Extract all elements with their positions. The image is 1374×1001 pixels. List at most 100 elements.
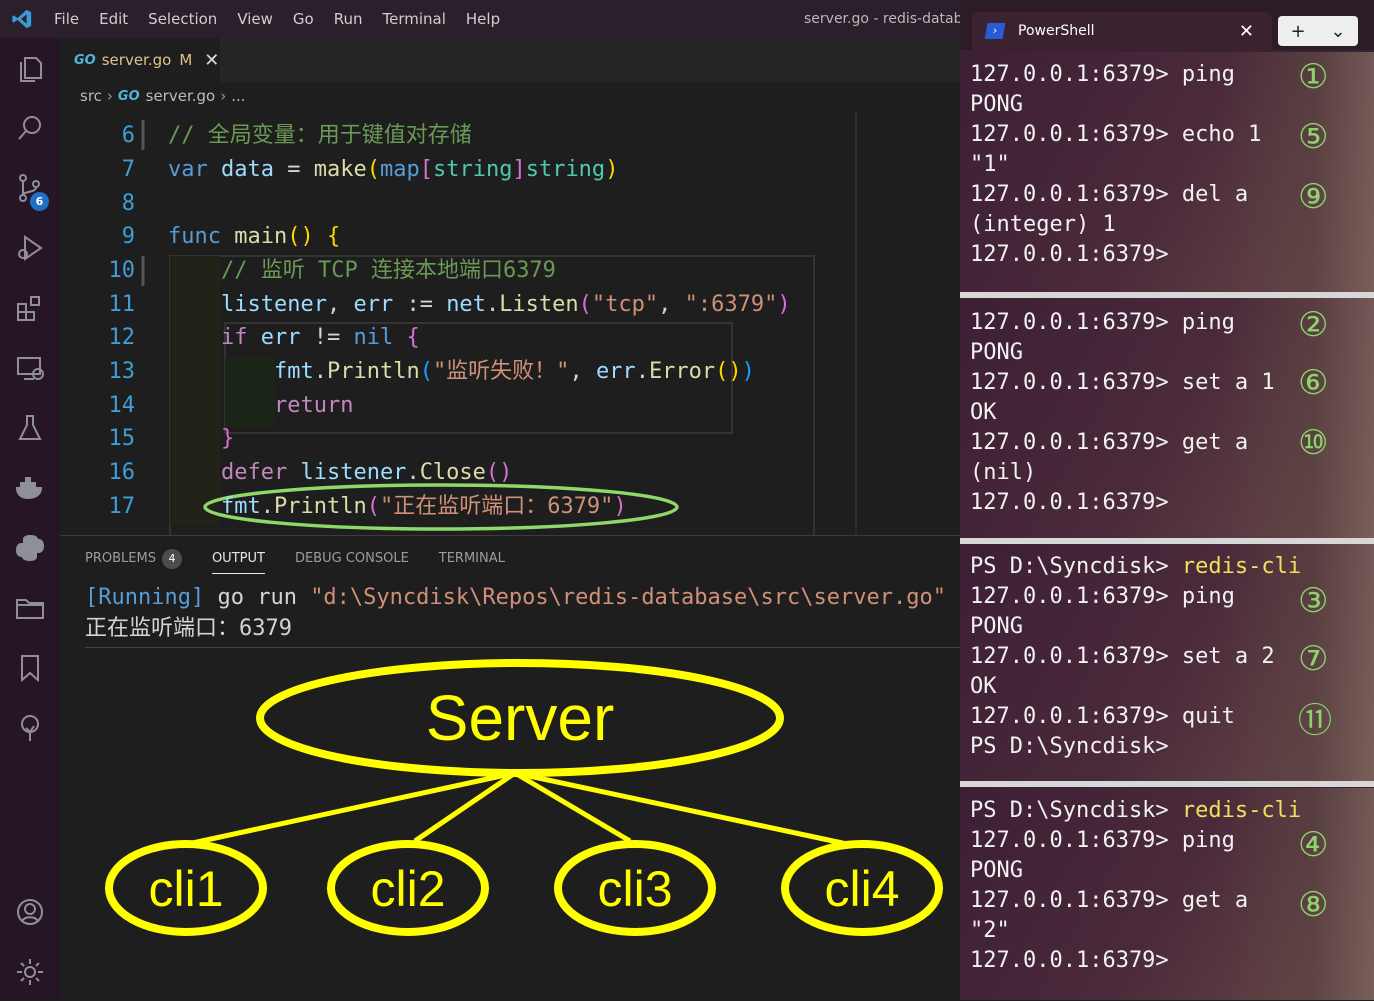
terminal-prompt: OK [970,400,997,425]
menu-run[interactable]: Run [324,0,373,38]
terminal-prompt: 127.0.0.1:6379> [970,490,1169,515]
step-number-annotation: ④ [1298,825,1329,865]
terminal-pane[interactable]: 127.0.0.1:6379> ping PONG 127.0.0.1:6379> … [960,298,1374,538]
search-icon[interactable] [0,104,60,152]
menu-terminal[interactable]: Terminal [373,0,456,38]
python-icon[interactable] [0,524,60,572]
extensions-icon[interactable] [0,284,60,332]
client-label: cli3 [597,861,672,917]
chevron-right-icon: › [106,87,113,105]
terminal-prompt: 127.0.0.1:6379> [970,182,1182,207]
menu-go[interactable]: Go [283,0,324,38]
output-message: 正在监听端口：6379 [85,616,292,641]
breadcrumb-file[interactable]: server.go [146,87,216,105]
terminal-command: ping [1181,62,1235,87]
go-file-icon: GO [117,88,140,104]
explorer-icon[interactable] [0,44,60,92]
terminal-prompt: "2" [970,918,1010,943]
step-number-annotation: ⑥ [1298,363,1329,403]
output-running-tag: [Running] [85,585,205,610]
close-icon[interactable]: ✕ [1239,21,1254,42]
terminal-line: PONG [970,90,1023,120]
terminal-prompt: (integer) 1 [970,212,1116,237]
step-number-annotation: ⑨ [1298,177,1329,217]
terminal-prompt: 127.0.0.1:6379> [970,310,1182,335]
testing-icon[interactable] [0,404,60,452]
code-line: 16 defer listener.Close() [108,460,513,485]
panel-tabs: PROBLEMS 4 OUTPUT DEBUG CONSOLE TERMINAL [60,536,960,582]
terminal-line: OK [970,398,997,428]
menu-edit[interactable]: Edit [89,0,138,38]
terminal-line: PONG [970,612,1023,642]
terminal-pane[interactable]: 127.0.0.1:6379> ping PONG 127.0.0.1:6379> … [960,52,1374,292]
code-editor[interactable]: 6// 全局变量：用于键值对存储 7 var data = make(map[st… [60,110,960,535]
code-line: 7 var data = make(map[string]string) [121,157,619,182]
terminal-prompt: 127.0.0.1:6379> [970,644,1182,669]
vscode-window: File Edit Selection View Go Run Terminal… [0,0,971,1000]
client-label: cli1 [148,861,223,917]
terminal-command: ping [1181,310,1235,335]
breadcrumb-src[interactable]: src [80,87,102,105]
menu-selection[interactable]: Selection [138,0,227,38]
terminal-line: "2" [970,916,1010,946]
terminal-prompt: 127.0.0.1:6379> [970,888,1182,913]
terminal-window: › PowerShell ✕ + ⌄ 127.0.0.1:6379> ping P… [960,0,1374,1000]
tab-problems[interactable]: PROBLEMS 4 [85,536,182,582]
step-number-annotation: ③ [1298,581,1329,621]
terminal-prompt: 127.0.0.1:6379> [970,370,1182,395]
terminal-command: set a 1 [1181,370,1275,395]
terminal-line: 127.0.0.1:6379> get a [970,886,1248,916]
client-label: cli4 [824,861,899,917]
source-control-icon[interactable]: 6 [0,164,60,212]
terminal-pane[interactable]: PS D:\Syncdisk> redis-cli 127.0.0.1:6379>… [960,544,1374,781]
terminal-pane[interactable]: PS D:\Syncdisk> redis-cli 127.0.0.1:6379>… [960,788,1374,1000]
terminal-command: echo 1 [1181,122,1262,147]
go-file-icon: GO [74,52,96,68]
terminal-command: quit [1181,704,1235,729]
tab-debug-console[interactable]: DEBUG CONSOLE [295,536,409,582]
terminal-prompt: 127.0.0.1:6379> [970,242,1169,267]
activity-bar: 6 [0,38,60,1000]
settings-gear-icon[interactable] [0,948,60,996]
tab-terminal[interactable]: TERMINAL [439,536,505,582]
terminal-prompt: PS D:\Syncdisk> [970,554,1182,579]
new-tab-button[interactable]: + [1278,21,1318,42]
new-tab-controls: + ⌄ [1278,16,1358,46]
menu-view[interactable]: View [227,0,283,38]
terminal-prompt: PONG [970,92,1023,117]
bookmark-icon[interactable] [0,644,60,692]
terminal-line: PS D:\Syncdisk> redis-cli [970,552,1301,582]
output-path: "d:\Syncdisk\Repos\redis-database\src\se… [310,585,946,610]
terminal-line: 127.0.0.1:6379> set a 2 [970,642,1275,672]
docker-icon[interactable] [0,464,60,512]
terminal-tab-title: PowerShell [1018,23,1095,39]
terminal-line: 127.0.0.1:6379> [970,488,1169,518]
menu-file[interactable]: File [44,0,89,38]
terminal-prompt: (nil) [970,460,1037,485]
source-control-badge: 6 [30,192,49,211]
tab-close-icon[interactable]: ✕ [204,50,219,71]
terminal-line: OK [970,672,997,702]
account-icon[interactable] [0,888,60,936]
tab-powershell[interactable]: › PowerShell ✕ [972,12,1272,50]
breadcrumb-more[interactable]: ... [231,87,245,105]
menu-help[interactable]: Help [456,0,510,38]
terminal-prompt: 127.0.0.1:6379> [970,122,1182,147]
remote-explorer-icon[interactable] [0,344,60,392]
terminal-prompt: 127.0.0.1:6379> [970,704,1182,729]
tree-icon[interactable] [0,704,60,752]
tab-output[interactable]: OUTPUT [211,536,265,582]
step-number-annotation: ① [1298,57,1329,97]
breadcrumb: src › GO server.go › ... [60,82,960,110]
dropdown-chevron-icon[interactable]: ⌄ [1318,21,1358,42]
run-debug-icon[interactable] [0,224,60,272]
tab-filename: server.go [101,51,172,69]
vscode-logo-icon [0,0,44,38]
terminal-line: 127.0.0.1:6379> del a [970,180,1248,210]
folder-icon[interactable] [0,584,60,632]
terminal-command: redis-cli [1181,554,1302,579]
step-number-annotation: ⑪ [1298,701,1332,741]
pane-divider[interactable] [960,781,1374,787]
editor-tabs: GO server.go M ✕ [60,38,960,82]
tab-server-go[interactable]: GO server.go M ✕ [60,38,220,82]
